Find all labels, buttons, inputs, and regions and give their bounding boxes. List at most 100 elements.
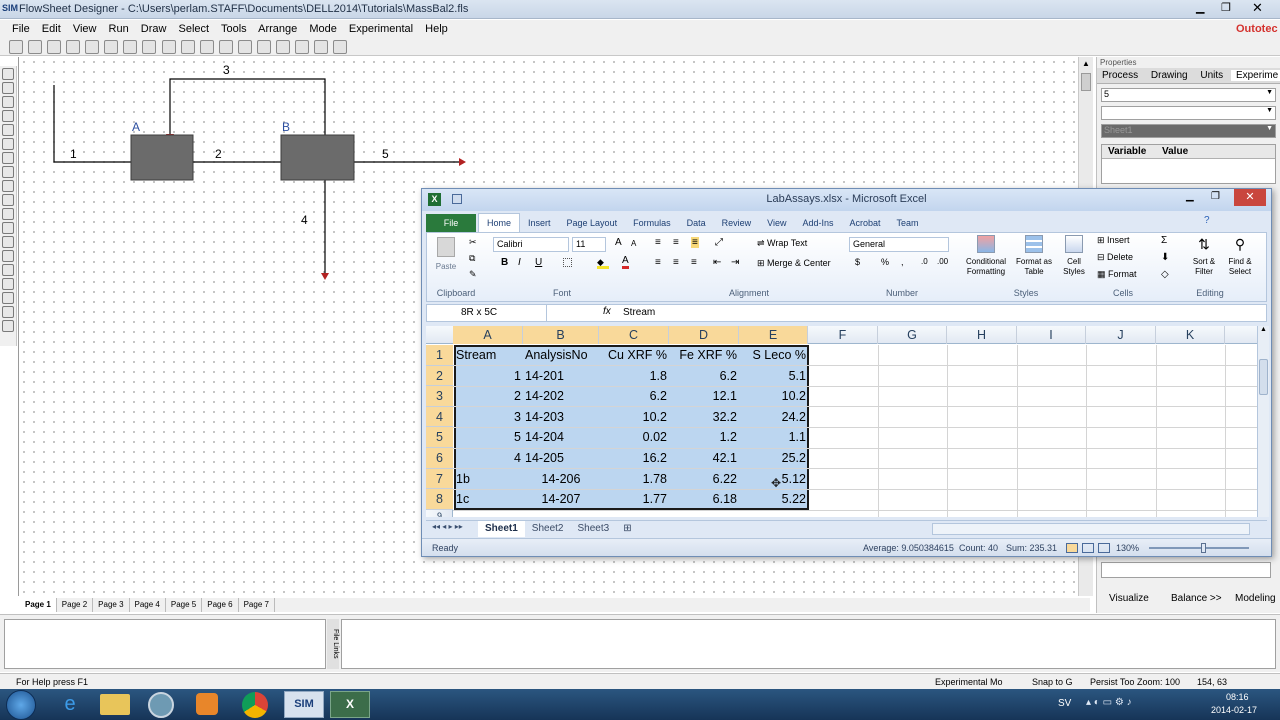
cell-c5[interactable]: 0.02 bbox=[599, 427, 669, 447]
insert-sheet-icon[interactable]: ⊞ bbox=[616, 521, 638, 537]
copy-icon[interactable]: ⧉ bbox=[469, 253, 475, 264]
tab-experimental[interactable]: Experime bbox=[1230, 70, 1280, 81]
sheet-nav-icons[interactable]: ◂◂ ◂ ▸ ▸▸ bbox=[432, 522, 463, 531]
file-links-tab[interactable]: File Links bbox=[327, 619, 339, 669]
increase-decimal-icon[interactable]: .0 bbox=[921, 257, 928, 266]
row-header-9[interactable]: 9 bbox=[426, 510, 453, 517]
redo-icon[interactable] bbox=[123, 40, 138, 54]
combo-sheet[interactable]: Sheet1 ▼ bbox=[1101, 124, 1276, 138]
target-icon[interactable] bbox=[275, 40, 290, 54]
page-tab-3[interactable]: Page 3 bbox=[93, 598, 130, 612]
cell-e1[interactable]: S Leco % bbox=[739, 345, 808, 365]
ribbon-tab-team[interactable]: Team bbox=[889, 214, 927, 233]
excel-vscrollbar[interactable]: ▲ bbox=[1257, 326, 1269, 517]
cell-e4[interactable]: 24.2 bbox=[739, 407, 808, 427]
ellipse-tool-icon[interactable] bbox=[2, 236, 14, 248]
cell-styles-button[interactable]: Cell Styles bbox=[1057, 235, 1091, 277]
decrease-indent-icon[interactable]: ⇤ bbox=[713, 257, 721, 268]
find-select-button[interactable]: ⚲ Find & Select bbox=[1223, 235, 1257, 277]
col-header-i[interactable]: I bbox=[1017, 326, 1086, 344]
paste-button[interactable]: Paste bbox=[435, 237, 457, 277]
output-box[interactable] bbox=[4, 619, 326, 669]
col-header-g[interactable]: G bbox=[878, 326, 947, 344]
combo-second[interactable]: ▼ bbox=[1101, 106, 1276, 120]
menu-draw[interactable]: Draw bbox=[141, 23, 167, 35]
cell-c7[interactable]: 1.78 bbox=[599, 469, 669, 489]
page-tab-1[interactable]: Page 1 bbox=[20, 598, 57, 612]
run-icon[interactable] bbox=[333, 40, 348, 54]
decrease-decimal-icon[interactable]: .00 bbox=[937, 257, 948, 266]
col-header-d[interactable]: D bbox=[669, 326, 739, 344]
save-icon[interactable] bbox=[47, 40, 62, 54]
cell-c2[interactable]: 1.8 bbox=[599, 366, 669, 386]
col-header-f[interactable]: F bbox=[808, 326, 878, 344]
unit-icon[interactable] bbox=[2, 110, 14, 122]
page-tab-6[interactable]: Page 6 bbox=[202, 598, 239, 612]
cell-c4[interactable]: 10.2 bbox=[599, 407, 669, 427]
menu-help[interactable]: Help bbox=[425, 23, 448, 35]
row-header-4[interactable]: 4 bbox=[426, 406, 453, 428]
align-top-icon[interactable]: ≡ bbox=[655, 237, 661, 248]
increase-indent-icon[interactable]: ⇥ bbox=[731, 257, 739, 268]
slash-tool-icon[interactable] bbox=[2, 250, 14, 262]
cell-b6[interactable]: 14-205 bbox=[523, 448, 599, 468]
autosum-icon[interactable]: Σ bbox=[1161, 235, 1167, 246]
scroll-up-icon[interactable]: ▲ bbox=[1079, 57, 1093, 71]
cell-e5[interactable]: 1.1 bbox=[739, 427, 808, 447]
ribbon-tab-formulas[interactable]: Formulas bbox=[625, 214, 679, 233]
col-header-c[interactable]: C bbox=[599, 326, 669, 344]
page-layout-view-icon[interactable] bbox=[1082, 543, 1094, 553]
menu-experimental[interactable]: Experimental bbox=[349, 23, 413, 35]
align-center-icon[interactable]: ≡ bbox=[673, 257, 679, 268]
ribbon-tab-insert[interactable]: Insert bbox=[520, 214, 559, 233]
pencil-icon[interactable] bbox=[2, 82, 14, 94]
page-tab-2[interactable]: Page 2 bbox=[57, 598, 94, 612]
col-header-h[interactable]: H bbox=[947, 326, 1017, 344]
excel-minimize-icon[interactable]: ▁ bbox=[1186, 191, 1194, 202]
ribbon-tab-file[interactable]: File bbox=[426, 214, 476, 232]
ribbon-tab-acrobat[interactable]: Acrobat bbox=[842, 214, 889, 233]
cell-d5[interactable]: 1.2 bbox=[669, 427, 739, 447]
sheet-tab-3[interactable]: Sheet3 bbox=[571, 521, 617, 537]
balance-button[interactable]: Balance >> bbox=[1167, 589, 1226, 609]
zoom-slider[interactable] bbox=[1149, 543, 1249, 553]
cell-c6[interactable]: 16.2 bbox=[599, 448, 669, 468]
insert-cells-button[interactable]: ⊞ Insert bbox=[1097, 235, 1130, 246]
explorer-icon[interactable] bbox=[100, 694, 130, 715]
excel-taskbar-icon[interactable]: X bbox=[330, 691, 370, 718]
tray-icons[interactable]: ▴ ◐ ▭ ⚙ ♪ bbox=[1086, 697, 1132, 708]
visualize-button[interactable]: Visualize bbox=[1105, 589, 1153, 609]
borders-icon[interactable] bbox=[563, 258, 572, 267]
col-header-j[interactable]: J bbox=[1086, 326, 1156, 344]
cell-d3[interactable]: 12.1 bbox=[669, 386, 739, 406]
ribbon-tab-home[interactable]: Home bbox=[478, 213, 521, 232]
cell-c1[interactable]: Cu XRF % bbox=[599, 345, 669, 365]
help-icon[interactable]: ? bbox=[1204, 215, 1210, 226]
cell-e2[interactable]: 5.1 bbox=[739, 366, 808, 386]
arc-tool-icon[interactable] bbox=[2, 194, 14, 206]
page-tab-5[interactable]: Page 5 bbox=[166, 598, 203, 612]
cell-e3[interactable]: 10.2 bbox=[739, 386, 808, 406]
cell-a8[interactable]: 1c bbox=[454, 489, 524, 509]
polyline-tool-icon[interactable] bbox=[2, 222, 14, 234]
unit-b[interactable] bbox=[280, 134, 355, 181]
cell-b3[interactable]: 14-202 bbox=[523, 386, 599, 406]
copy-icon[interactable] bbox=[161, 40, 176, 54]
image-tool-icon[interactable] bbox=[2, 320, 14, 332]
grid-tool-icon[interactable] bbox=[2, 152, 14, 164]
cell-b2[interactable]: 14-201 bbox=[523, 366, 599, 386]
row-header-3[interactable]: 3 bbox=[426, 386, 453, 407]
zoom-level[interactable]: 130% bbox=[1116, 539, 1139, 557]
pointer-icon[interactable] bbox=[2, 68, 14, 80]
table-icon[interactable] bbox=[2, 138, 14, 150]
currency-icon[interactable]: $ bbox=[855, 257, 860, 267]
align-middle-icon[interactable]: ≡ bbox=[673, 237, 679, 248]
menu-select[interactable]: Select bbox=[179, 23, 210, 35]
cell-a5[interactable]: 5 bbox=[453, 427, 523, 447]
grow-font-icon[interactable]: A bbox=[615, 237, 622, 248]
media-icon[interactable] bbox=[196, 693, 218, 715]
tab-drawing[interactable]: Drawing bbox=[1146, 70, 1193, 81]
zoom-fit-icon[interactable] bbox=[237, 40, 252, 54]
ribbon-tab-page-layout[interactable]: Page Layout bbox=[559, 214, 626, 233]
stream-icon[interactable] bbox=[2, 124, 14, 136]
